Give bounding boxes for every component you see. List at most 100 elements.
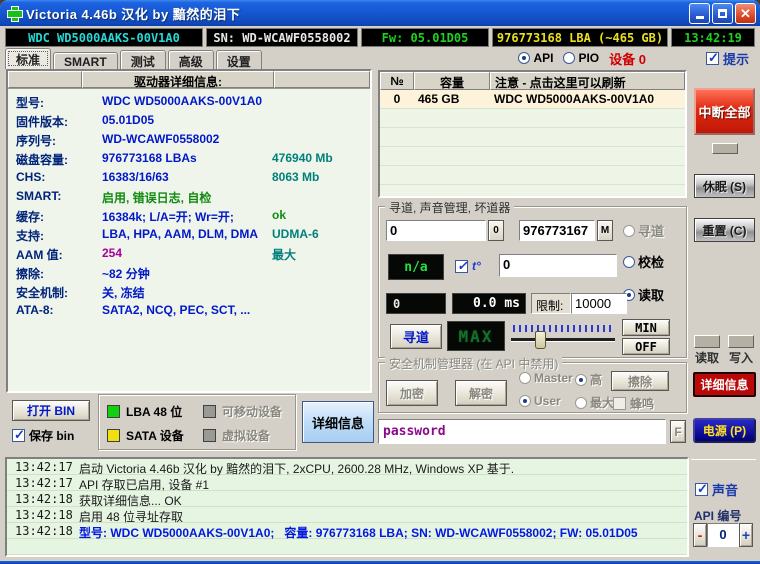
temperature-lcd: n/a xyxy=(388,254,444,280)
password-f-button: F xyxy=(670,420,686,443)
detail-label: AAM 值: xyxy=(16,246,102,265)
api-number-increment-button[interactable]: + xyxy=(739,523,753,547)
passport-button[interactable]: 详细信息 xyxy=(302,401,374,443)
sleep-button[interactable]: 休眠 (S) xyxy=(694,174,755,198)
maximize-button[interactable] xyxy=(712,3,733,24)
slider-thumb[interactable] xyxy=(535,331,546,349)
hint-checkbox[interactable] xyxy=(706,52,719,65)
virtual-indicator-icon xyxy=(203,429,216,442)
read-led-label: 读取 xyxy=(692,349,722,366)
infobar-serial: SN: WD-WCAWF0558002 xyxy=(206,28,358,47)
victoria-window: Victoria 4.46b 汉化 by 黯然的泪下 ✕ WDC WD5000A… xyxy=(0,0,760,564)
col-number[interactable]: № xyxy=(380,72,414,90)
pio-radio[interactable] xyxy=(563,52,575,64)
legend-virtual: 虚拟设备 xyxy=(203,427,270,444)
detail-label: ATA-8: xyxy=(16,303,102,322)
aam-slider[interactable] xyxy=(511,325,615,351)
detail-label: 固件版本: xyxy=(16,113,102,132)
read-led xyxy=(694,335,720,348)
detail-label: 支持: xyxy=(16,227,102,246)
user-radio-row: User xyxy=(519,394,561,408)
open-bin-button[interactable]: 打开 BIN xyxy=(12,400,90,421)
save-bin-row: 保存 bin xyxy=(12,427,74,444)
verify-mode-radio[interactable] xyxy=(623,256,635,268)
removable-label: 可移动设备 xyxy=(222,403,282,420)
save-bin-label: 保存 bin xyxy=(29,427,74,444)
beep-checkbox xyxy=(613,397,626,410)
tab-test[interactable]: 测试 xyxy=(120,50,166,69)
power-button[interactable]: 电源 (P) xyxy=(693,418,756,443)
log-panel[interactable]: 13:42:17 启动 Victoria 4.46b 汉化 by 黯然的泪下, … xyxy=(5,457,689,557)
detail-row-ata8: ATA-8:SATA2, NCQ, PEC, SCT, ... xyxy=(16,303,370,322)
detail-value: WD-WCAWF0558002 xyxy=(102,132,272,151)
log-text: 启动 Victoria 4.46b 汉化 by 黯然的泪下, 2xCPU, 26… xyxy=(73,459,687,474)
bin-controls: 打开 BIN 保存 bin LBA 48 位 SATA 设备 可移动设备 虚拟设… xyxy=(6,394,372,452)
sound-checkbox[interactable] xyxy=(695,483,708,496)
detail-extra: ok xyxy=(272,208,370,227)
pio-radio-label: PIO xyxy=(578,51,599,65)
max-radio-label: 最大 xyxy=(590,394,614,411)
log-row-empty xyxy=(7,555,687,557)
tab-advanced[interactable]: 高级 xyxy=(168,50,214,69)
detail-value: 关, 冻结 xyxy=(102,284,272,303)
user-radio xyxy=(519,395,531,407)
drive-details-header[interactable]: 驱动器详细信息: xyxy=(8,71,370,89)
api-number-value: 0 xyxy=(707,523,739,547)
sata-label: SATA 设备 xyxy=(126,427,184,444)
api-radio[interactable] xyxy=(518,52,530,64)
limit-input[interactable]: 10000 xyxy=(571,293,627,314)
end-lba-max-button[interactable]: M xyxy=(597,220,613,241)
seek-panel: 寻道, 声音管理, 坏道器 0 0 976773167 M 寻道 校检 读取 坏… xyxy=(378,206,687,358)
temperature-input[interactable]: 0 xyxy=(499,254,617,277)
legend-lba48: LBA 48 位 xyxy=(107,403,182,420)
access-time-lcd: 0.0 ms xyxy=(452,293,526,314)
start-lba-input[interactable]: 0 xyxy=(386,220,486,241)
detail-value: ~82 分钟 xyxy=(102,265,272,284)
log-text: 获取详细信息... OK xyxy=(73,491,687,506)
seek-button[interactable]: 寻道 xyxy=(390,324,442,349)
drive-info-bar: WDC WD5000AAKS-00V1A0 SN: WD-WCAWF055800… xyxy=(3,27,757,48)
end-lba-input[interactable]: 976773167 xyxy=(519,220,595,241)
drive-list-header[interactable]: № 容量 注意 - 点击这里可以刷新 xyxy=(380,72,685,90)
break-all-button[interactable]: 中断全部 xyxy=(694,88,755,135)
detail-value: 976773168 LBAs xyxy=(102,151,272,170)
col-capacity[interactable]: 容量 xyxy=(414,72,490,90)
close-button[interactable]: ✕ xyxy=(735,3,756,24)
virtual-label: 虚拟设备 xyxy=(222,427,270,444)
temperature-checkbox[interactable] xyxy=(455,260,468,273)
user-radio-label: User xyxy=(534,394,561,408)
drive-details-list: 型号:WDC WD5000AAKS-00V1A0 固件版本:05.01D05 序… xyxy=(8,89,370,322)
aam-min-button[interactable]: MIN xyxy=(622,319,670,336)
drive-row-0[interactable]: 0 465 GB WDC WD5000AAKS-00V1A0 xyxy=(380,90,685,109)
detail-extra xyxy=(272,265,370,284)
password-input[interactable] xyxy=(378,419,666,444)
seek-mode-radio[interactable] xyxy=(623,225,635,237)
sound-row: 声音 xyxy=(695,480,738,499)
tab-settings[interactable]: 设置 xyxy=(216,50,262,69)
security-panel: 安全机制管理器 (在 API 中禁用) 加密 解密 Master User 高 … xyxy=(378,362,687,413)
tab-standard[interactable]: 标准 xyxy=(5,48,51,69)
password-row: F xyxy=(378,419,687,444)
log-entry: 13:42:18 型号: WDC WD5000AAKS-00V1A0; 容量: … xyxy=(7,523,687,539)
log-entry: 13:42:18 获取详细信息... OK xyxy=(7,491,687,507)
slider-track xyxy=(511,338,615,342)
titlebar[interactable]: Victoria 4.46b 汉化 by 黯然的泪下 ✕ xyxy=(0,0,760,26)
detail-extra xyxy=(272,189,370,208)
start-lba-reset-button[interactable]: 0 xyxy=(488,220,504,241)
minimize-button[interactable] xyxy=(689,3,710,24)
details-header-title: 驱动器详细信息: xyxy=(82,71,274,88)
col-note-refresh[interactable]: 注意 - 点击这里可以刷新 xyxy=(490,72,685,90)
reset-button[interactable]: 重置 (C) xyxy=(694,218,755,242)
detail-extra xyxy=(272,132,370,151)
save-bin-checkbox[interactable] xyxy=(12,429,25,442)
master-radio xyxy=(519,372,531,384)
api-number-decrement-button[interactable]: - xyxy=(693,523,707,547)
aam-off-button[interactable]: OFF xyxy=(622,338,670,355)
removable-indicator-icon xyxy=(203,405,216,418)
busy-indicator xyxy=(712,143,738,154)
details-header-spacer-left xyxy=(8,71,82,88)
detail-row-chs: CHS:16383/16/638063 Mb xyxy=(16,170,370,189)
tab-bar: 标准SMART测试高级设置 API PIO 设备 0 提示 xyxy=(3,48,757,69)
limit-label: 限制: xyxy=(531,293,571,314)
passport-info-button[interactable]: 详细信息 xyxy=(693,372,756,397)
